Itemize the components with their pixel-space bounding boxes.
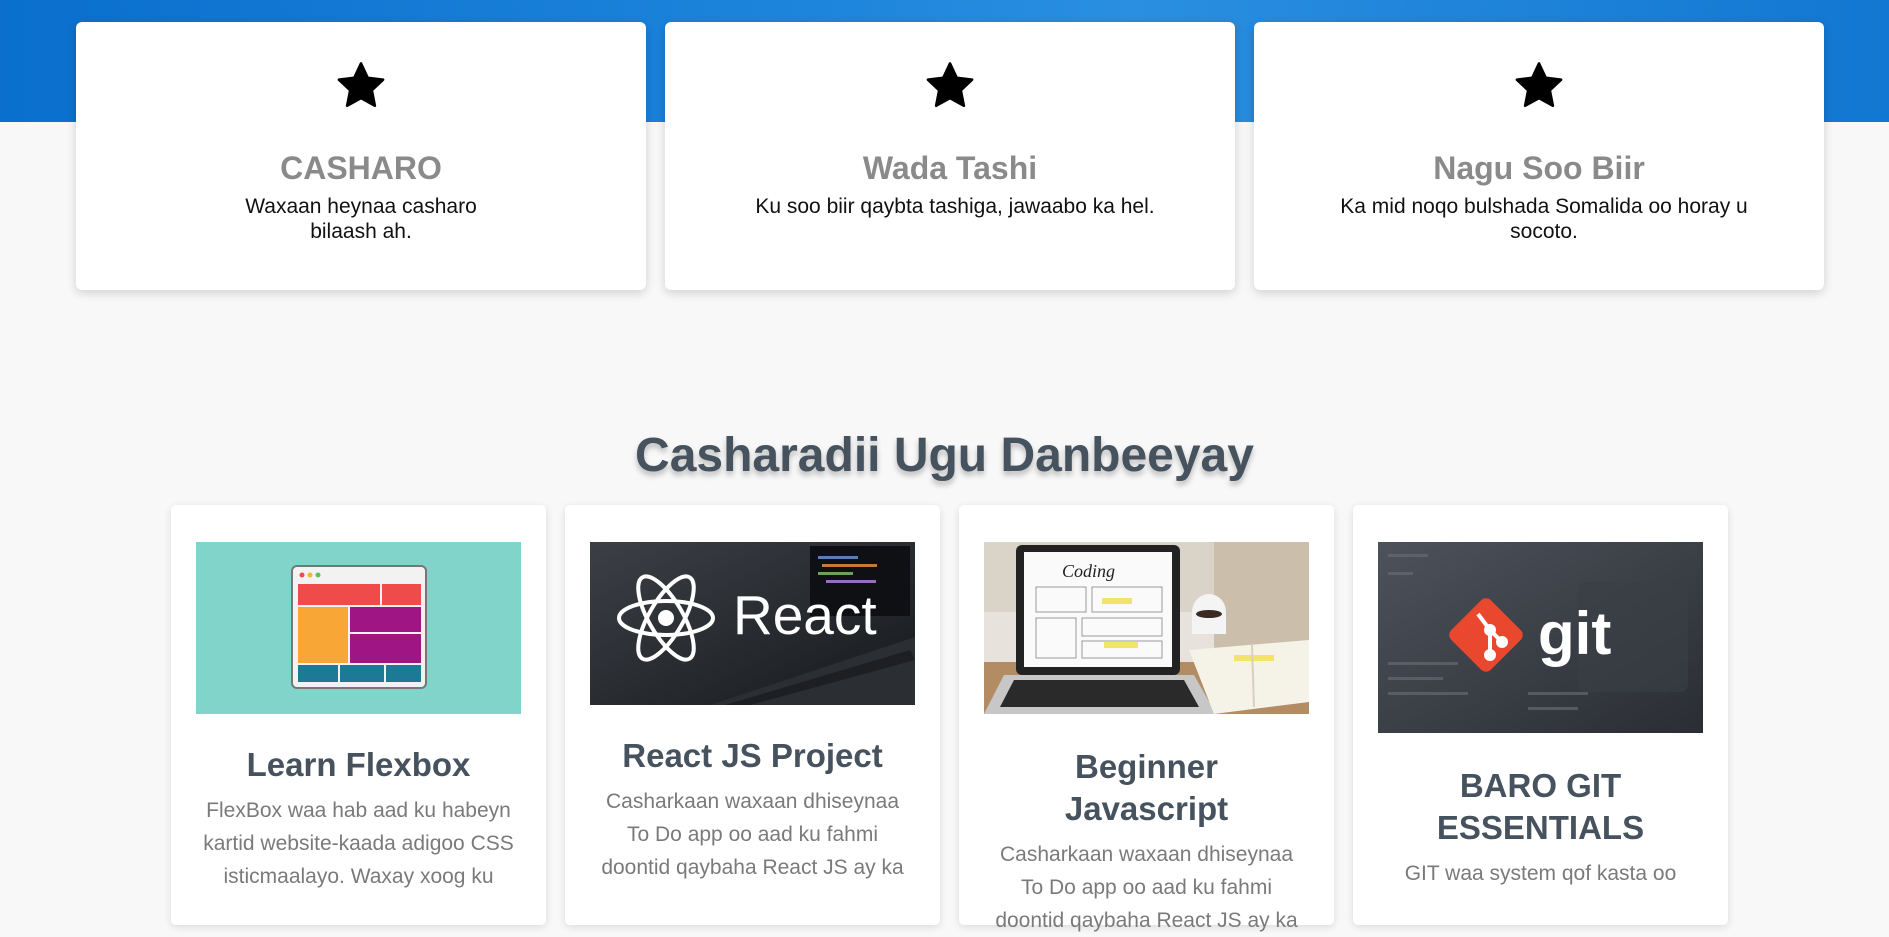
star-icon bbox=[926, 62, 974, 108]
course-card-git[interactable]: git BARO GIT ESSENTIALS GIT waa system q… bbox=[1353, 505, 1728, 925]
section-title: Casharadii Ugu Danbeeyay bbox=[635, 429, 1254, 482]
flexbox-thumbnail bbox=[196, 542, 521, 714]
feature-card-casharo[interactable]: CASHARO Waxaan heynaa casharo bilaash ah… bbox=[76, 22, 646, 290]
star-icon bbox=[337, 62, 385, 108]
feature-title: Wada Tashi bbox=[862, 150, 1038, 186]
feature-card-wada-tashi[interactable]: Wada Tashi Ku soo biir qaybta tashiga, j… bbox=[665, 22, 1235, 290]
course-title: Beginner Javascript bbox=[1064, 748, 1229, 827]
feature-text: Waxaan heynaa casharo bilaash ah. bbox=[245, 195, 477, 243]
feature-card-nagu-soo-biir[interactable]: Nagu Soo Biir Ka mid noqo bulshada Somal… bbox=[1254, 22, 1824, 290]
feature-text: Ku soo biir qaybta tashiga, jawaabo ka h… bbox=[755, 195, 1155, 218]
course-card-flexbox[interactable]: Learn Flexbox FlexBox waa hab aad ku hab… bbox=[171, 505, 546, 925]
course-description: Casharkaan waxaan dhiseynaa To Do app oo… bbox=[995, 843, 1298, 932]
course-title: Learn Flexbox bbox=[246, 746, 471, 783]
course-description: FlexBox waa hab aad ku habeyn kartid web… bbox=[203, 799, 514, 888]
course-description: GIT waa system qof kasta oo bbox=[1404, 862, 1677, 885]
coding-screen-text: Coding bbox=[1062, 561, 1115, 581]
feature-cards: CASHARO Waxaan heynaa casharo bilaash ah… bbox=[76, 22, 1824, 290]
git-logo-text: git bbox=[1538, 600, 1611, 667]
star-icon bbox=[1515, 62, 1563, 108]
course-title: React JS Project bbox=[622, 737, 883, 774]
react-logo-text: React bbox=[733, 584, 877, 646]
react-thumbnail: React bbox=[590, 542, 915, 705]
course-description: Casharkaan waxaan dhiseynaa To Do app oo… bbox=[601, 790, 904, 879]
course-card-javascript[interactable]: Coding Beginner Javascript Casharkaan wa… bbox=[959, 505, 1334, 932]
course-card-react[interactable]: React React JS Project Casharkaan waxaan… bbox=[565, 505, 940, 925]
course-title: BARO GIT ESSENTIALS bbox=[1436, 767, 1645, 846]
coding-laptop-thumbnail: Coding bbox=[984, 542, 1309, 714]
feature-text: Ka mid noqo bulshada Somalida oo horay u… bbox=[1340, 195, 1748, 243]
git-thumbnail: git bbox=[1378, 542, 1703, 733]
feature-title: CASHARO bbox=[280, 150, 442, 186]
feature-title: Nagu Soo Biir bbox=[1433, 150, 1645, 186]
